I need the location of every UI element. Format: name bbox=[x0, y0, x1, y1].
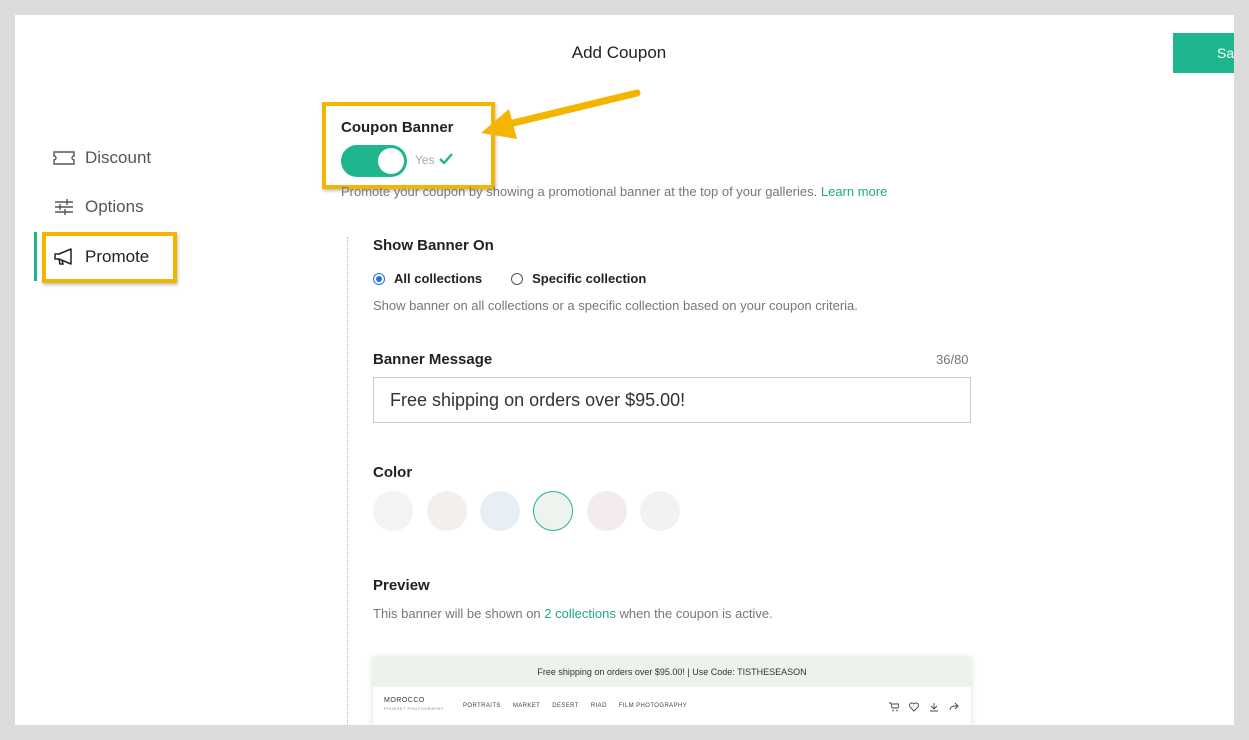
learn-more-link[interactable]: Learn more bbox=[821, 184, 887, 199]
color-swatch[interactable] bbox=[480, 491, 520, 531]
radio-all-collections[interactable] bbox=[373, 272, 385, 285]
color-swatch[interactable] bbox=[587, 491, 627, 531]
heart-icon bbox=[909, 699, 919, 717]
description-text: Promote your coupon by showing a promoti… bbox=[341, 184, 818, 199]
character-counter: 36/80 bbox=[936, 352, 969, 367]
show-banner-on-label: Show Banner On bbox=[373, 237, 494, 254]
preview-site-sub: PIXIESET PHOTOGRAPHY bbox=[384, 706, 445, 711]
banner-preview: Free shipping on orders over $95.00! | U… bbox=[373, 657, 971, 725]
section-divider bbox=[347, 237, 348, 725]
coupon-banner-description: Promote your coupon by showing a promoti… bbox=[341, 184, 901, 199]
sidebar-item-label: Options bbox=[85, 197, 144, 216]
preview-site-nav: MOROCCO PIXIESET PHOTOGRAPHY PORTRAITS M… bbox=[373, 687, 971, 725]
ticket-icon bbox=[53, 150, 75, 166]
banner-message-label: Banner Message bbox=[373, 351, 493, 368]
show-banner-help: Show banner on all collections or a spec… bbox=[373, 298, 858, 313]
sliders-icon bbox=[53, 198, 75, 216]
preview-site-name: MOROCCO bbox=[384, 697, 425, 704]
preview-menu: PORTRAITS MARKET DESERT RIAD FILM PHOTOG… bbox=[463, 703, 687, 709]
radio-specific-collection-label[interactable]: Specific collection bbox=[532, 271, 646, 286]
banner-message-input[interactable]: Free shipping on orders over $95.00! bbox=[373, 377, 971, 423]
download-icon bbox=[929, 699, 939, 717]
preview-menu-item: PORTRAITS bbox=[463, 703, 501, 709]
show-banner-options: All collections Specific collection bbox=[373, 271, 646, 286]
preview-menu-item: FILM PHOTOGRAPHY bbox=[618, 703, 688, 709]
preview-banner-text: Free shipping on orders over $95.00! | U… bbox=[373, 657, 971, 687]
preview-help: This banner will be shown on 2 collectio… bbox=[373, 606, 773, 621]
save-button[interactable]: Sa bbox=[1173, 33, 1234, 73]
cart-icon bbox=[889, 699, 900, 717]
preview-menu-item: DESERT bbox=[552, 703, 579, 709]
app-frame: Add Coupon Sa Discount Options Promote C… bbox=[15, 15, 1234, 725]
preview-text-before: This banner will be shown on bbox=[373, 606, 541, 621]
preview-menu-item: MARKET bbox=[512, 703, 541, 709]
color-label: Color bbox=[373, 464, 413, 481]
highlight-box-coupon-banner bbox=[322, 102, 495, 189]
color-swatch-selected[interactable] bbox=[533, 491, 573, 531]
active-indicator bbox=[34, 232, 37, 281]
radio-specific-collection[interactable] bbox=[511, 272, 524, 285]
highlight-box-promote bbox=[42, 232, 177, 283]
preview-text-after: when the coupon is active. bbox=[619, 606, 773, 621]
sidebar-item-options[interactable]: Options bbox=[53, 197, 144, 217]
sidebar-item-label: Discount bbox=[85, 148, 152, 167]
sidebar-item-discount[interactable]: Discount bbox=[53, 148, 151, 168]
preview-icons bbox=[889, 699, 959, 717]
preview-menu-item: RIAD bbox=[590, 703, 607, 709]
preview-site-logo: MOROCCO PIXIESET PHOTOGRAPHY bbox=[384, 697, 444, 711]
color-swatch[interactable] bbox=[373, 491, 413, 531]
color-swatch[interactable] bbox=[427, 491, 467, 531]
share-icon bbox=[949, 699, 959, 717]
radio-all-collections-label[interactable]: All collections bbox=[394, 271, 482, 286]
preview-label: Preview bbox=[373, 577, 430, 594]
color-swatch[interactable] bbox=[640, 491, 680, 531]
page-title: Add Coupon bbox=[571, 43, 667, 62]
arrow-annotation-icon bbox=[481, 89, 641, 139]
collections-link[interactable]: 2 collections bbox=[544, 606, 616, 621]
